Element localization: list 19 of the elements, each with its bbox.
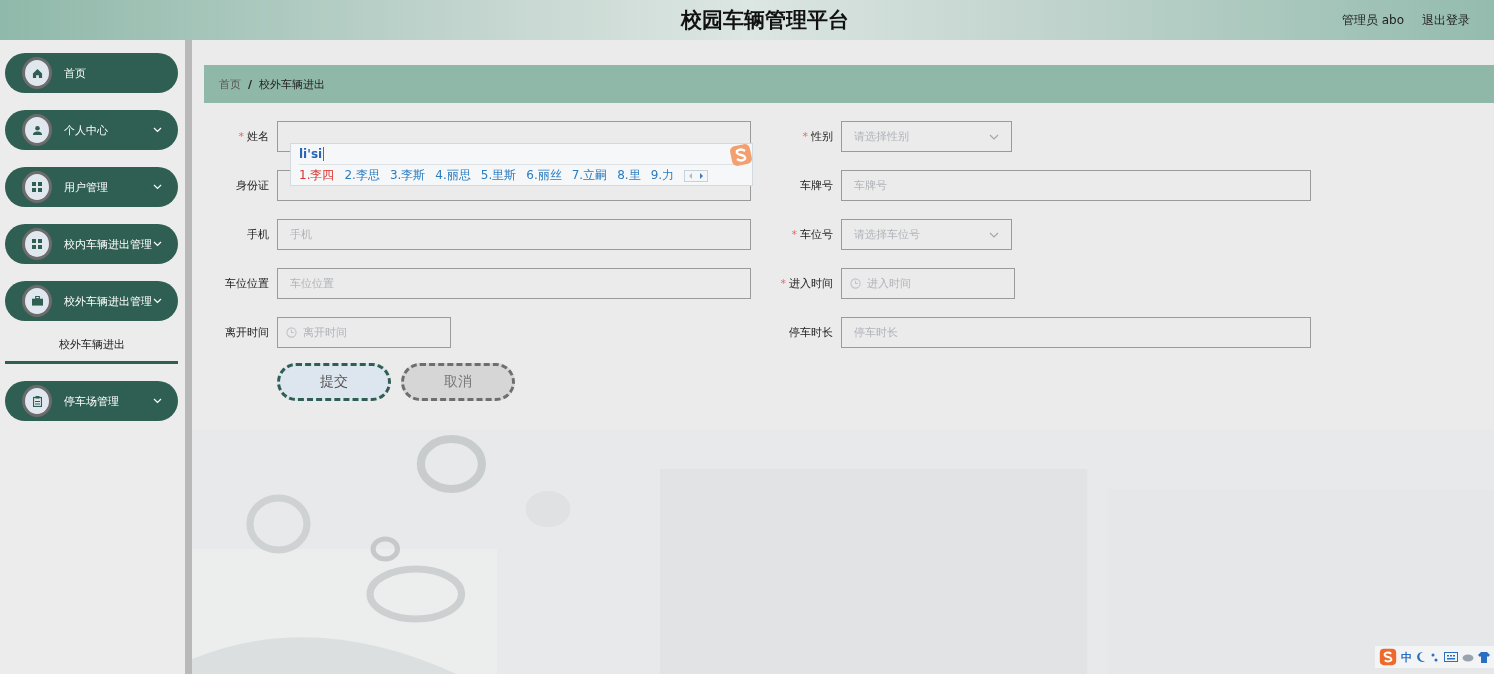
field-label: 手机	[247, 227, 269, 242]
field-label: 车位位置	[225, 276, 269, 291]
field-label: 离开时间	[225, 325, 269, 340]
required-mark: *	[238, 130, 244, 143]
ime-composition: li'si	[299, 147, 325, 161]
field-label: 身份证	[236, 178, 269, 193]
field-label: 进入时间	[789, 276, 833, 291]
required-mark: *	[791, 228, 797, 241]
field-label: 停车时长	[789, 325, 833, 340]
field-label: 车牌号	[800, 178, 833, 193]
field-label: 车位号	[800, 227, 833, 242]
required-mark: *	[802, 130, 808, 143]
breadcrumb-current: 校外车辆进出	[259, 76, 326, 92]
breadcrumb-separator: /	[248, 77, 253, 91]
field-label: 性别	[811, 129, 833, 144]
user-name: 管理员 abo	[1341, 11, 1404, 29]
required-mark: *	[780, 277, 786, 290]
app-title: 校园车辆管理平台	[679, 7, 850, 34]
field-label: 姓名	[247, 129, 269, 144]
